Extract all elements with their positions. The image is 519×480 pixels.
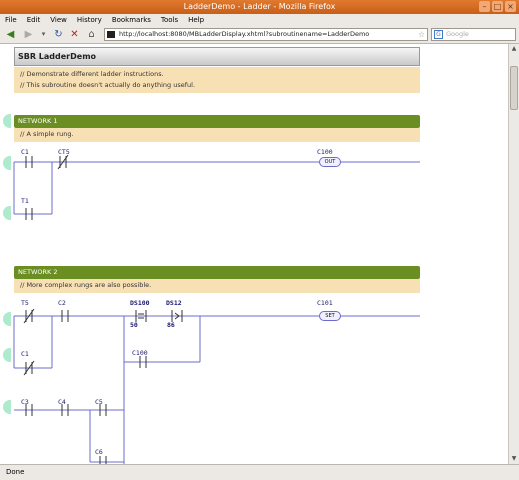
menu-edit[interactable]: Edit [27, 14, 41, 26]
coil-label: C100 [317, 148, 333, 156]
vertical-scrollbar[interactable]: ▲ ▼ [508, 44, 519, 464]
bookmark-star-icon[interactable]: ☆ [418, 29, 425, 40]
compare-label: DS100 [130, 299, 150, 307]
menu-view[interactable]: View [50, 14, 67, 26]
contact-label: C3 [21, 398, 29, 406]
window-title: LadderDemo - Ladder - Mozilla Firefox [183, 2, 336, 11]
menu-history[interactable]: History [77, 14, 102, 26]
search-box[interactable]: G Google [431, 28, 516, 41]
home-icon[interactable]: ⌂ [85, 28, 98, 41]
menu-file[interactable]: File [5, 14, 17, 26]
status-bar: Done [0, 464, 519, 480]
menu-bar: File Edit View History Bookmarks Tools H… [0, 14, 519, 26]
contact-label: CT5 [58, 148, 70, 156]
contact-label: C2 [58, 299, 66, 307]
ladder-diagram [13, 154, 420, 464]
history-dropdown-icon[interactable]: ▾ [37, 28, 50, 41]
scroll-up-icon[interactable]: ▲ [509, 44, 519, 54]
set-coil: SET [319, 311, 341, 321]
site-favicon-icon [107, 31, 115, 38]
scroll-down-icon[interactable]: ▼ [509, 454, 519, 464]
contact-label: T5 [21, 299, 29, 307]
google-search-icon: G [434, 30, 443, 39]
reload-icon[interactable]: ↻ [52, 28, 65, 41]
url-text: http://localhost:8080/MBLadderDisplay.xh… [119, 30, 370, 38]
compare-value: 86 [167, 321, 175, 329]
status-text: Done [6, 468, 25, 476]
navigation-toolbar: ◀ ▶ ▾ ↻ ✕ ⌂ http://localhost:8080/MBLadd… [0, 26, 519, 44]
contact-label: C1 [21, 350, 29, 358]
menu-tools[interactable]: Tools [161, 14, 178, 26]
contact-label: C100 [132, 349, 148, 357]
coil-label: C101 [317, 299, 333, 307]
search-placeholder: Google [446, 30, 469, 38]
contact-label: C6 [95, 448, 103, 456]
out-coil: OUT [319, 157, 341, 167]
contact-label: C5 [95, 398, 103, 406]
forward-icon[interactable]: ▶ [22, 28, 35, 41]
minimize-button[interactable]: – [479, 1, 490, 12]
stop-icon[interactable]: ✕ [68, 28, 81, 41]
menu-bookmarks[interactable]: Bookmarks [112, 14, 151, 26]
back-icon[interactable]: ◀ [4, 28, 17, 41]
contact-label: T1 [21, 197, 29, 205]
close-button[interactable]: × [505, 1, 516, 12]
menu-help[interactable]: Help [188, 14, 204, 26]
compare-label: DS12 [166, 299, 182, 307]
window-titlebar: LadderDemo - Ladder - Mozilla Firefox – … [0, 0, 519, 14]
scroll-thumb[interactable] [510, 66, 518, 110]
url-bar[interactable]: http://localhost:8080/MBLadderDisplay.xh… [104, 28, 428, 41]
maximize-button[interactable]: □ [492, 1, 503, 12]
compare-value: 50 [130, 321, 138, 329]
page-content: SBR LadderDemo // Demonstrate different … [0, 44, 508, 464]
contact-label: C1 [21, 148, 29, 156]
contact-label: C4 [58, 398, 66, 406]
